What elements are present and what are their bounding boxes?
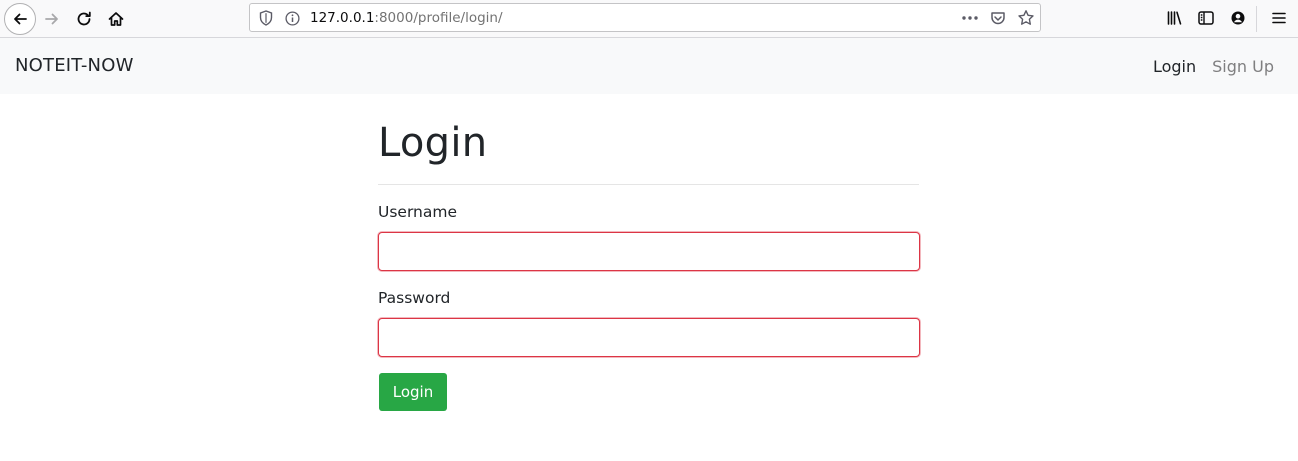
brand-logo-text[interactable]: NOTEIT-NOW [15, 55, 134, 76]
forward-button[interactable] [36, 3, 68, 35]
username-input[interactable] [378, 232, 920, 271]
nav-link-signup[interactable]: Sign Up [1212, 57, 1274, 76]
password-input[interactable] [378, 318, 920, 357]
hamburger-menu-icon[interactable] [1270, 9, 1288, 27]
title-divider [378, 184, 919, 185]
toolbar-separator [1256, 6, 1257, 32]
page-title: Login [378, 120, 488, 166]
pocket-icon[interactable] [990, 10, 1006, 26]
url-host: 127.0.0.1 [310, 10, 375, 26]
nav-links: Login Sign Up [1153, 57, 1274, 76]
login-submit-button[interactable]: Login [379, 373, 447, 411]
library-icon[interactable] [1166, 9, 1184, 27]
username-label: Username [378, 203, 458, 221]
info-icon[interactable] [285, 11, 300, 26]
home-button[interactable] [100, 3, 132, 35]
app-navbar: NOTEIT-NOW Login Sign Up [0, 38, 1298, 94]
url-path: :8000/profile/login/ [374, 10, 503, 26]
reload-icon [77, 11, 91, 26]
url-text[interactable]: 127.0.0.1:8000/profile/login/ [310, 10, 503, 26]
sidebar-icon[interactable] [1197, 9, 1215, 27]
forward-arrow-icon [45, 13, 58, 25]
nav-link-login[interactable]: Login [1153, 57, 1196, 76]
password-label: Password [378, 289, 451, 307]
account-icon[interactable] [1229, 9, 1247, 27]
back-button[interactable] [4, 3, 36, 35]
browser-toolbar: 127.0.0.1:8000/profile/login/ [0, 0, 1298, 38]
home-icon [108, 12, 124, 26]
back-arrow-icon [14, 13, 27, 25]
shield-icon[interactable] [259, 10, 273, 26]
url-bar[interactable]: 127.0.0.1:8000/profile/login/ [249, 3, 1041, 32]
reload-button[interactable] [68, 3, 100, 35]
bookmark-star-icon[interactable] [1017, 9, 1035, 27]
page-actions-icon[interactable] [961, 10, 979, 26]
